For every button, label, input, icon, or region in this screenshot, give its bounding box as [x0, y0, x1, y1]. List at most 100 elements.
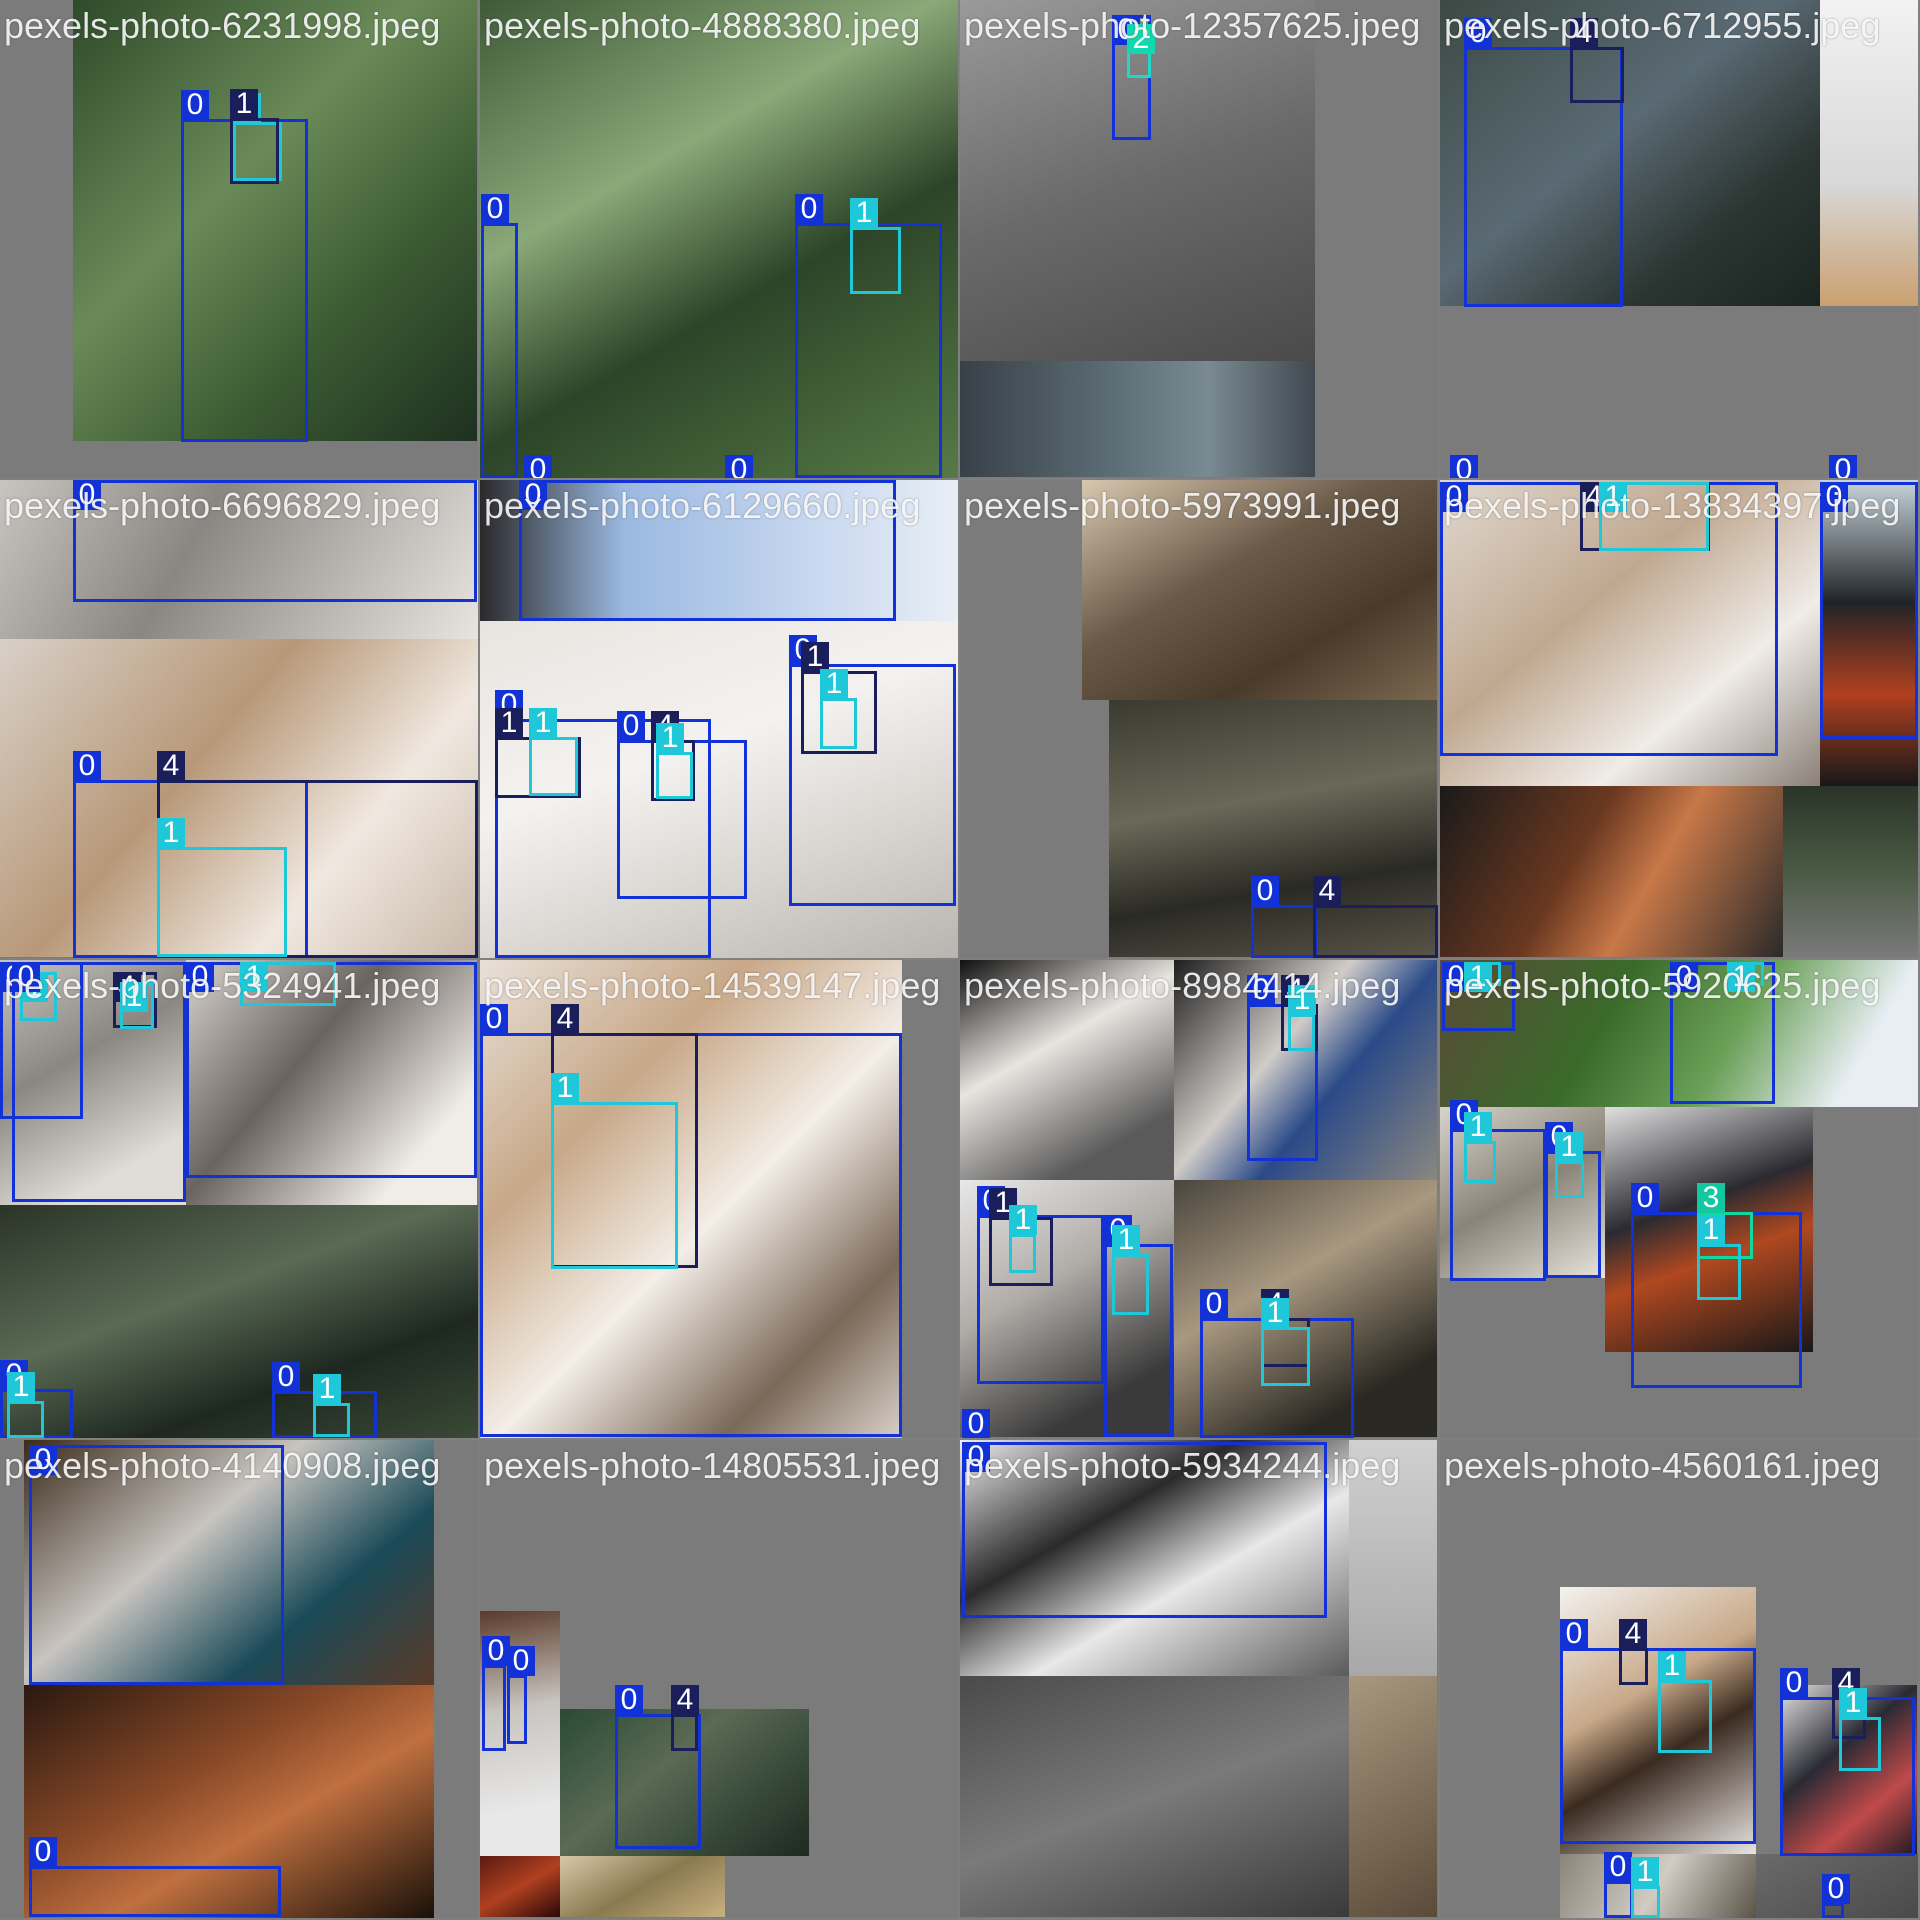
photo-crop	[1082, 480, 1437, 700]
bounding-box: 0	[29, 1837, 281, 1917]
bounding-box: 1	[820, 669, 857, 749]
detection-mosaic: 011pexels-photo-6231998.jpeg00100pexels-…	[0, 0, 1920, 1920]
photo-crop	[1349, 1676, 1437, 1917]
bounding-box: 1	[240, 962, 336, 1006]
class-label: 0	[1440, 482, 1468, 512]
class-label: 1	[529, 708, 557, 738]
bounding-box: 1	[850, 198, 901, 294]
class-label: 1	[656, 723, 684, 753]
class-label: 0	[617, 711, 645, 741]
photo-crop	[960, 361, 1315, 477]
photo-crop	[1820, 0, 1918, 306]
class-label: 0	[29, 1837, 57, 1867]
mosaic-tile: 041011010410pexels-photo-8984414.jpeg	[960, 960, 1438, 1438]
class-label: 4	[1313, 876, 1341, 906]
bounding-box: 0	[12, 962, 186, 1202]
class-label: 1	[1464, 962, 1492, 992]
bounding-box: 0	[1820, 482, 1918, 739]
class-label: 1	[1112, 1225, 1140, 1255]
class-label: 4	[1570, 18, 1598, 48]
class-label: 0	[480, 1004, 508, 1034]
bounding-box: 0	[481, 194, 518, 478]
mosaic-tile: 01041010101pexels-photo-5324941.jpeg	[0, 960, 478, 1438]
bounding-box: 1	[1727, 962, 1764, 992]
class-label: 4	[157, 751, 185, 781]
bounding-box: 1	[551, 1073, 678, 1269]
bounding-box: 0	[962, 1442, 1327, 1618]
class-label: 0	[481, 194, 509, 224]
class-label: 0	[29, 1445, 57, 1475]
mosaic-tile: 0 0 1 0 0 pexels-photo-4888380.jpeg	[480, 0, 958, 478]
mosaic-tile: 0 4 0 0 pexels-photo-6712955.jpeg	[1440, 0, 1918, 478]
mosaic-tile: 0 4 pexels-photo-5973991.jpeg	[960, 480, 1438, 958]
photo-crop	[1783, 786, 1918, 957]
photo-crop	[1349, 1440, 1437, 1676]
bounding-box: 0	[519, 480, 896, 621]
class-label: 0	[1670, 962, 1698, 992]
class-label: 1	[1288, 985, 1316, 1015]
bounding-box: 1	[1009, 1205, 1037, 1273]
bounding-box: 2	[1127, 24, 1155, 78]
class-label: 1	[1631, 1857, 1659, 1887]
class-label: 1	[1599, 482, 1627, 512]
class-label: 1	[313, 1374, 341, 1404]
class-label: 0	[482, 1636, 510, 1666]
bounding-box: 0	[1604, 1852, 1633, 1918]
mosaic-tile: 0 2 pexels-photo-12357625.jpeg	[960, 0, 1438, 478]
class-label: 0	[962, 1409, 990, 1438]
class-label: 4	[551, 1004, 579, 1034]
bounding-box: 1	[1839, 1688, 1881, 1771]
class-label: 0	[1464, 18, 1492, 48]
tile-filename: pexels-photo-4560161.jpeg	[1444, 1445, 1881, 1486]
class-label: 0	[12, 962, 40, 992]
bounding-box: 4	[1313, 876, 1438, 958]
class-label: 1	[820, 669, 848, 699]
class-label: 0	[1631, 1183, 1659, 1213]
class-label: 1	[157, 818, 185, 848]
class-label: 1	[1697, 1215, 1725, 1245]
class-label: 0	[1780, 1668, 1808, 1698]
photo-crop	[960, 960, 1174, 1180]
mosaic-tile: 0 4 1 0 4 1 0 1 0 pexels-photo-4560161.jpeg	[1440, 1440, 1918, 1918]
bounding-box: 0	[482, 1636, 510, 1751]
photo-crop	[960, 1676, 1349, 1917]
class-label: 1	[230, 89, 258, 119]
bounding-box: 4	[1619, 1619, 1648, 1685]
class-label: 1	[240, 962, 268, 992]
class-label: 0	[615, 1685, 643, 1715]
class-label: 0	[73, 751, 101, 781]
bounding-box: 1	[1697, 1215, 1741, 1300]
bounding-box: 1	[230, 89, 279, 184]
class-label: 2	[1127, 24, 1155, 54]
mosaic-tile: 0011041011pexels-photo-6129660.jpeg	[480, 480, 958, 958]
class-label: 4	[671, 1685, 699, 1715]
mosaic-tile: 0 0 4 1 pexels-photo-6696829.jpeg	[0, 480, 478, 958]
bounding-box: 1	[1464, 962, 1501, 992]
tile-filename: pexels-photo-14805531.jpeg	[484, 1445, 941, 1486]
class-label: 1	[1009, 1205, 1037, 1235]
bounding-box: 4	[671, 1685, 699, 1751]
class-label: 1	[551, 1073, 579, 1103]
mosaic-tile: 0 0 pexels-photo-4140908.jpeg	[0, 1440, 478, 1918]
class-label: 1	[1727, 962, 1755, 992]
bounding-box: 0	[1251, 876, 1317, 958]
mosaic-tile: 0 4 1 0 pexels-photo-13834397.jpeg	[1440, 480, 1918, 958]
class-label: 1	[850, 198, 878, 228]
bounding-box: 0	[29, 1445, 284, 1685]
bounding-box: 1	[7, 1372, 44, 1438]
bounding-box: 1	[656, 723, 693, 799]
class-label: 3	[1697, 1183, 1725, 1213]
class-label: 1	[7, 1372, 35, 1402]
bounding-box: 0	[73, 480, 477, 602]
bounding-box: 0	[507, 1646, 535, 1744]
bounding-box: 1	[1261, 1298, 1310, 1386]
class-label: 0	[1251, 876, 1279, 906]
bounding-box: 1	[1464, 1112, 1496, 1183]
bounding-box: 1	[1288, 985, 1316, 1051]
class-label: 1	[120, 982, 148, 1012]
class-label: 0	[1822, 1874, 1850, 1904]
mosaic-tile: 0 4 1 pexels-photo-14539147.jpeg	[480, 960, 958, 1438]
class-label: 0	[795, 194, 823, 224]
bounding-box: 1	[313, 1374, 350, 1437]
bounding-box: 1	[529, 708, 578, 796]
